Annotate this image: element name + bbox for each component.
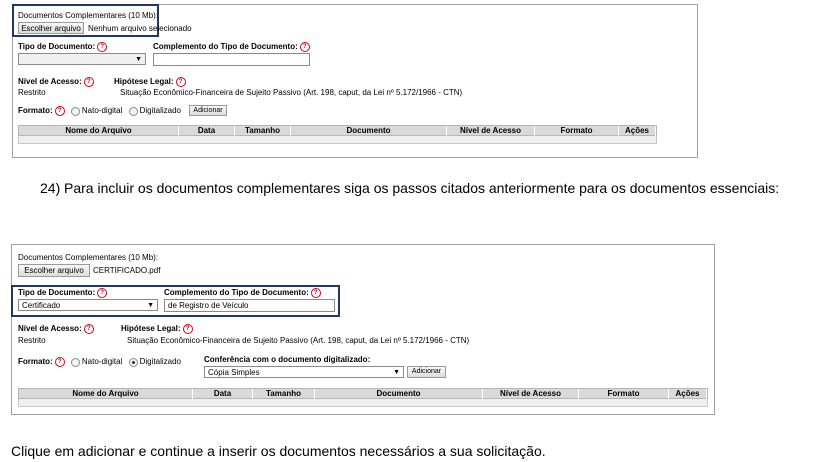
help-icon[interactable]: ? — [310, 288, 321, 298]
complement-input[interactable]: de Registro de Veículo — [164, 299, 335, 312]
digitalizado-radio[interactable] — [128, 357, 138, 367]
conference-select[interactable]: Cópia Simples ▼ — [204, 366, 404, 378]
complement-label: Complemento do Tipo de Documento:? — [164, 288, 321, 298]
nato-digital-radio[interactable] — [70, 357, 80, 367]
nato-digital-radio[interactable] — [70, 106, 80, 116]
complement-label: Complemento do Tipo de Documento:? — [153, 42, 310, 52]
chevron-down-icon: ▼ — [393, 369, 400, 376]
footer-instruction: Clique em adicionar e continue a inserir… — [11, 443, 546, 459]
choose-file-button[interactable]: Escolher arquivo — [18, 22, 84, 34]
col-file-name: Nome do Arquivo — [19, 126, 179, 136]
help-icon[interactable]: ? — [54, 106, 65, 116]
chevron-down-icon: ▼ — [147, 302, 154, 309]
step-number: 24) — [40, 180, 61, 196]
format-row: Formato:? Nato-digital Digitalizado — [18, 357, 181, 367]
col-size: Tamanho — [235, 126, 291, 136]
documents-table-header: Nome do Arquivo Data Tamanho Documento N… — [18, 388, 708, 399]
access-level-value: Restrito — [18, 336, 46, 345]
digitalizado-radio[interactable] — [128, 106, 138, 116]
file-status: Nenhum arquivo selecionado — [88, 24, 192, 33]
col-file-name: Nome do Arquivo — [19, 389, 193, 399]
add-button[interactable]: Adicionar — [407, 366, 446, 378]
help-icon[interactable]: ? — [97, 288, 108, 298]
help-icon[interactable]: ? — [54, 357, 65, 367]
choose-file-button[interactable]: Escolher arquivo — [18, 264, 90, 277]
file-status: CERTIFICADO.pdf — [93, 266, 161, 275]
col-format: Formato — [579, 389, 669, 399]
documents-table-body — [18, 136, 657, 144]
doc-type-label: Tipo de Documento:? — [18, 42, 108, 52]
help-icon[interactable]: ? — [97, 42, 108, 52]
section-title: Documentos Complementares (10 Mb): — [18, 253, 159, 262]
legal-hypothesis-label: Hipótese Legal:? — [121, 324, 193, 334]
doc-type-label: Tipo de Documento:? — [18, 288, 108, 298]
legal-hypothesis-label: Hipótese Legal:? — [114, 77, 186, 87]
step-text: Para incluir os documentos complementare… — [64, 180, 780, 196]
col-date: Data — [193, 389, 253, 399]
col-format: Formato — [535, 126, 619, 136]
help-icon[interactable]: ? — [83, 77, 94, 87]
col-actions: Ações — [619, 126, 656, 136]
col-document: Documento — [315, 389, 483, 399]
col-document: Documento — [291, 126, 447, 136]
doc-type-select[interactable]: Certificado ▼ — [18, 299, 158, 311]
conference-label: Conferência com o documento digitalizado… — [204, 355, 371, 364]
documents-table-body — [18, 399, 708, 407]
help-icon[interactable]: ? — [182, 324, 193, 334]
format-row: Formato:? Nato-digital Digitalizado — [18, 106, 181, 116]
help-icon[interactable]: ? — [83, 324, 94, 334]
help-icon[interactable]: ? — [299, 42, 310, 52]
add-button[interactable]: Adicionar — [189, 105, 227, 116]
documents-table-header: Nome do Arquivo Data Tamanho Documento N… — [18, 125, 657, 136]
col-actions: Ações — [669, 389, 707, 399]
col-date: Data — [179, 126, 235, 136]
access-level-label: Nível de Acesso:? — [18, 324, 94, 334]
access-level-value: Restrito — [18, 88, 46, 97]
complement-input[interactable] — [153, 53, 310, 66]
access-level-label: Nível de Acesso:? — [18, 77, 94, 87]
col-access-level: Nível de Acesso — [483, 389, 579, 399]
section-title: Documentos Complementares (10 Mb): — [18, 11, 159, 20]
col-size: Tamanho — [253, 389, 315, 399]
chevron-down-icon: ▼ — [135, 56, 142, 63]
instruction-step-24: 24) Para incluir os documentos complemen… — [40, 177, 814, 199]
col-access-level: Nível de Acesso — [447, 126, 535, 136]
help-icon[interactable]: ? — [175, 77, 186, 87]
legal-hypothesis-value: Situação Econômico-Financeira de Sujeito… — [127, 336, 470, 345]
doc-type-select[interactable]: ▼ — [18, 53, 146, 65]
legal-hypothesis-value: Situação Econômico-Financeira de Sujeito… — [120, 88, 463, 97]
